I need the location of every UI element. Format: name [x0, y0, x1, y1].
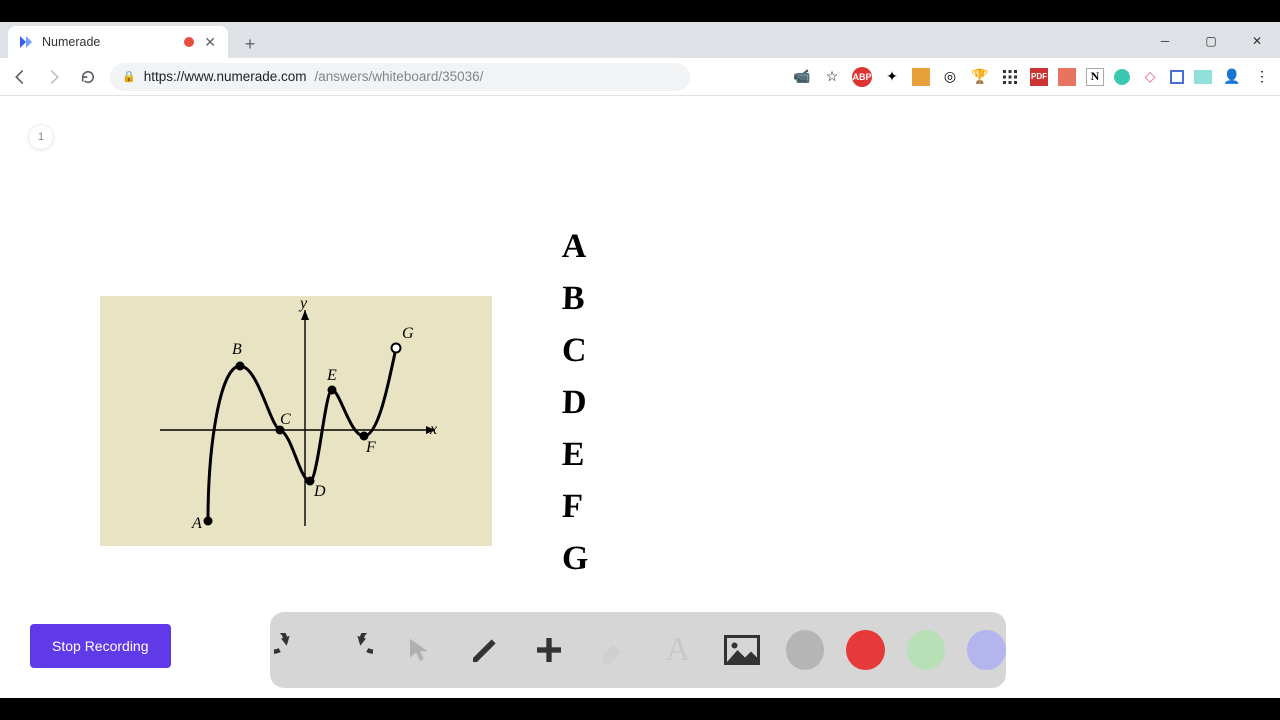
graph-figure: y x A B C D E F G	[100, 296, 492, 546]
pdf-icon[interactable]: PDF	[1030, 68, 1048, 86]
browser-window: Numerade ✕ + ─ ▢ ✕ 🔒 https://www.numerad…	[0, 22, 1280, 698]
ext-icon-4[interactable]	[1058, 68, 1076, 86]
ext-icon-8[interactable]	[1194, 70, 1212, 84]
url-path: /answers/whiteboard/35036/	[315, 69, 484, 84]
point-label-B: B	[232, 341, 242, 358]
window-controls: ─ ▢ ✕	[1142, 24, 1280, 58]
point-label-A: A	[191, 515, 202, 532]
ext-icon-7[interactable]	[1170, 70, 1184, 84]
image-tool[interactable]	[721, 628, 763, 672]
handwritten-B: B	[561, 282, 590, 316]
eraser-tool[interactable]	[592, 628, 634, 672]
select-tool[interactable]	[399, 628, 441, 672]
adblock-icon[interactable]: ABP	[852, 67, 872, 87]
tab-title: Numerade	[42, 35, 176, 49]
color-green[interactable]	[907, 630, 946, 670]
handwritten-D: D	[561, 386, 590, 420]
apps-icon[interactable]	[1000, 67, 1020, 87]
ext-icon-2[interactable]	[912, 68, 930, 86]
redo-button[interactable]	[334, 628, 376, 672]
profile-icon[interactable]: 👤	[1222, 67, 1242, 87]
color-gray[interactable]	[786, 630, 825, 670]
handwritten-A: A	[561, 230, 590, 264]
menu-icon[interactable]: ⋮	[1252, 67, 1272, 87]
notion-icon[interactable]: N	[1086, 68, 1104, 86]
ext-icon-6[interactable]: ◇	[1140, 67, 1160, 87]
point-label-C: C	[280, 411, 291, 428]
point-label-F: F	[365, 439, 376, 456]
point-label-E: E	[326, 367, 337, 384]
minimize-button[interactable]: ─	[1142, 24, 1188, 58]
camera-icon[interactable]: 📹	[792, 67, 812, 87]
lock-icon: 🔒	[122, 70, 136, 83]
maximize-button[interactable]: ▢	[1188, 24, 1234, 58]
recording-indicator-icon	[184, 37, 194, 47]
handwritten-E: E	[561, 438, 590, 472]
color-red[interactable]	[846, 630, 885, 670]
address-bar[interactable]: 🔒 https://www.numerade.com/answers/white…	[110, 63, 690, 91]
page-number[interactable]: 1	[28, 124, 54, 150]
x-axis-label: x	[429, 421, 437, 438]
handwritten-list: A B C D E F G	[562, 230, 589, 594]
handwritten-C: C	[561, 334, 590, 368]
close-window-button[interactable]: ✕	[1234, 24, 1280, 58]
new-tab-button[interactable]: +	[236, 30, 264, 58]
trophy-icon[interactable]: 🏆	[970, 67, 990, 87]
browser-tab[interactable]: Numerade ✕	[8, 26, 228, 58]
browser-toolbar: 🔒 https://www.numerade.com/answers/white…	[0, 58, 1280, 96]
ext-icon-1[interactable]: ✦	[882, 67, 902, 87]
y-axis-label: y	[298, 296, 308, 312]
forward-button[interactable]	[42, 65, 66, 89]
whiteboard-content: 1 y x A B	[0, 96, 1280, 698]
color-blue[interactable]	[967, 630, 1006, 670]
text-tool[interactable]: A	[657, 628, 699, 672]
point-label-D: D	[313, 483, 326, 500]
site-favicon	[18, 34, 34, 50]
extension-icons: 📹 ☆ ABP ✦ ◎ 🏆 PDF N ◇ 👤 ⋮	[792, 67, 1272, 87]
url-host: https://www.numerade.com	[144, 69, 307, 84]
ext-icon-5[interactable]	[1114, 69, 1130, 85]
undo-button[interactable]	[270, 628, 312, 672]
add-tool[interactable]	[528, 628, 570, 672]
point-label-G: G	[402, 325, 414, 342]
ext-icon-3[interactable]: ◎	[940, 67, 960, 87]
pen-tool[interactable]	[463, 628, 505, 672]
whiteboard-toolbar: A	[270, 612, 1006, 688]
back-button[interactable]	[8, 65, 32, 89]
handwritten-F: F	[561, 490, 590, 524]
handwritten-G: G	[561, 542, 590, 576]
reload-button[interactable]	[76, 65, 100, 89]
tab-strip: Numerade ✕ + ─ ▢ ✕	[0, 22, 1280, 58]
close-tab-icon[interactable]: ✕	[202, 34, 218, 51]
stop-recording-button[interactable]: Stop Recording	[30, 624, 171, 668]
star-icon[interactable]: ☆	[822, 67, 842, 87]
